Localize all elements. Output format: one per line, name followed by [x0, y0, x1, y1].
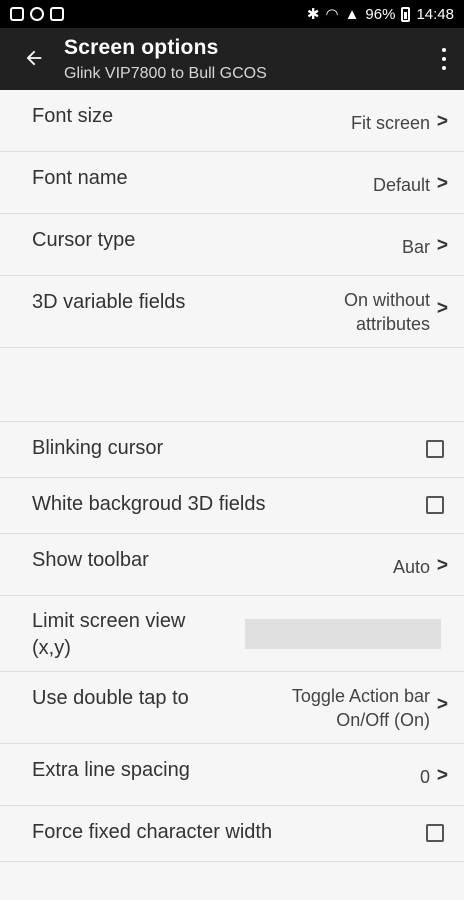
setting-font-name[interactable]: Font name Default > [0, 152, 464, 214]
chevron-right-icon: > [436, 765, 448, 786]
white-background-checkbox[interactable] [426, 496, 444, 514]
settings-list: Font size Fit screen > Font name Default… [0, 90, 464, 862]
setting-blinking-cursor[interactable]: Blinking cursor [0, 422, 464, 478]
setting-label: Font name [32, 167, 128, 189]
setting-show-toolbar[interactable]: Show toolbar Auto > [0, 534, 464, 596]
setting-value-line1: On without [343, 290, 430, 310]
setting-value: Fit screen [350, 113, 430, 133]
wifi-icon: ◠ [325, 6, 339, 23]
setting-value: Auto [392, 557, 430, 577]
setting-force-fixed-width[interactable]: Force fixed character width [0, 806, 464, 862]
page-title: Screen options [64, 36, 219, 59]
chevron-right-icon: > [436, 235, 448, 256]
download-icon [50, 7, 64, 21]
blinking-cursor-checkbox[interactable] [426, 440, 444, 458]
setting-extra-line-spacing[interactable]: Extra line spacing 0 > [0, 744, 464, 806]
setting-value: 0 [419, 767, 430, 787]
setting-double-tap[interactable]: Use double tap to Toggle Action bar On/O… [0, 672, 464, 744]
setting-label-line2: (x,y) [32, 637, 71, 659]
clock: 14:48 [416, 5, 454, 23]
page-subtitle: Glink VIP7800 to Bull GCOS [64, 65, 267, 82]
setting-label-line1: Limit screen view [32, 610, 186, 632]
sync-icon [30, 7, 44, 21]
chevron-right-icon: > [436, 111, 448, 132]
setting-value-line2: On/Off (On) [336, 710, 430, 730]
setting-label: White backgroud 3D fields [32, 493, 266, 515]
setting-cursor-type[interactable]: Cursor type Bar > [0, 214, 464, 276]
setting-value-line2: attributes [355, 314, 430, 334]
chevron-right-icon: > [436, 298, 448, 319]
notification-icon [10, 7, 24, 21]
setting-label: Blinking cursor [32, 437, 164, 459]
more-options-icon[interactable] [436, 48, 452, 70]
setting-3d-variable-fields[interactable]: 3D variable fields On without attributes… [0, 276, 464, 348]
battery-icon [401, 6, 411, 22]
setting-label: Force fixed character width [32, 821, 273, 843]
back-arrow-icon[interactable] [20, 44, 48, 72]
setting-label: Use double tap to [32, 687, 189, 709]
limit-screen-view-input[interactable] [245, 619, 441, 649]
app-bar: Screen options Glink VIP7800 to Bull GCO… [0, 28, 464, 90]
signal-icon: ▲ [344, 5, 360, 23]
status-bar: ✱ ◠ ▲ 96% 14:48 [0, 0, 464, 28]
battery-percent: 96% [365, 5, 396, 23]
setting-value: Bar [401, 237, 430, 257]
setting-value: Default [372, 175, 430, 195]
status-left-icons [0, 7, 64, 21]
status-right: ✱ ◠ ▲ 96% 14:48 [306, 5, 464, 24]
setting-label: Show toolbar [32, 549, 149, 571]
section-spacer [0, 348, 464, 422]
setting-label: 3D variable fields [32, 291, 186, 313]
chevron-right-icon: > [436, 555, 448, 576]
setting-label: Extra line spacing [32, 759, 190, 781]
setting-label: Font size [32, 105, 114, 127]
setting-white-background-3d[interactable]: White backgroud 3D fields [0, 478, 464, 534]
chevron-right-icon: > [436, 694, 448, 715]
setting-value-line1: Toggle Action bar [291, 686, 430, 706]
setting-label: Cursor type [32, 229, 136, 251]
setting-limit-screen-view[interactable]: Limit screen view (x,y) [0, 596, 464, 672]
bluetooth-icon: ✱ [306, 6, 320, 23]
chevron-right-icon: > [436, 173, 448, 194]
setting-font-size[interactable]: Font size Fit screen > [0, 90, 464, 152]
fixed-width-checkbox[interactable] [426, 824, 444, 842]
